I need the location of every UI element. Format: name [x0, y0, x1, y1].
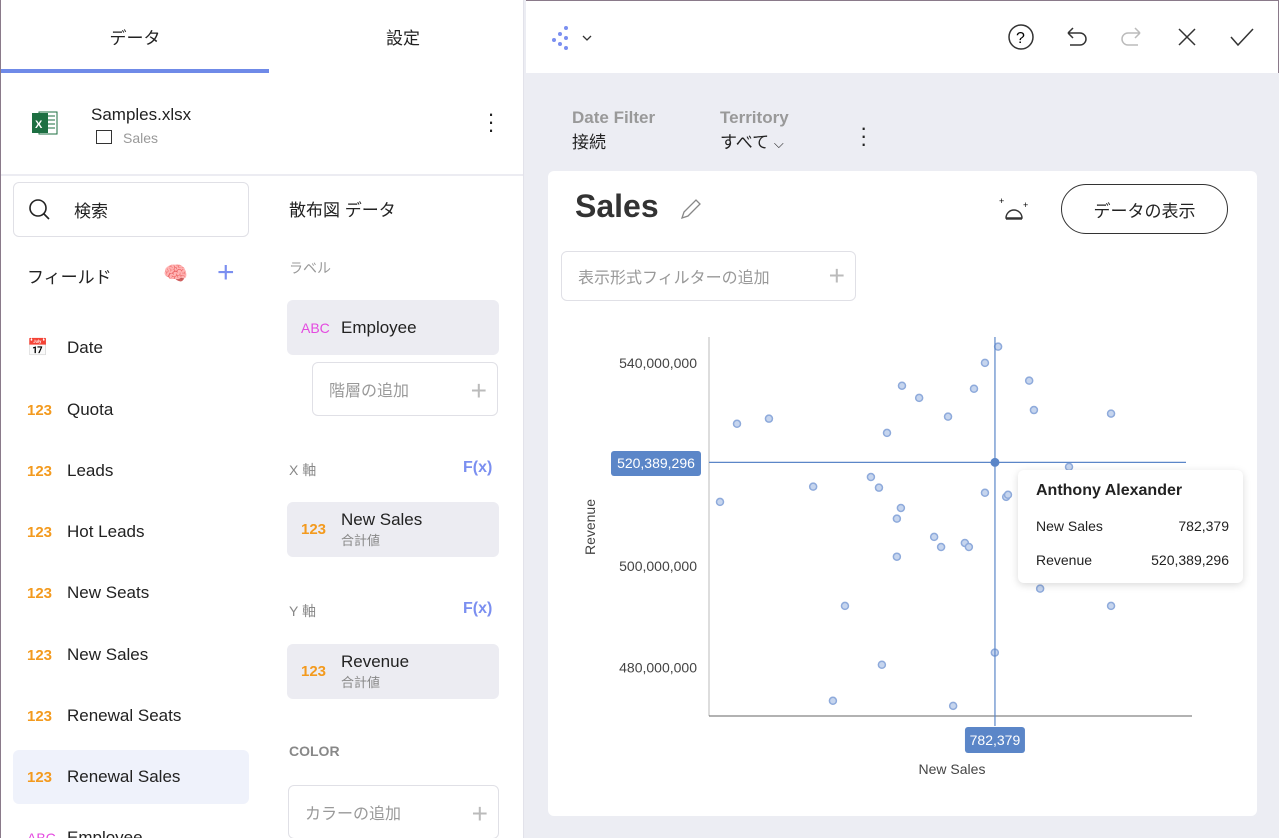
chart-tooltip: Anthony Alexander New Sales 782,379 Reven…: [1018, 470, 1243, 583]
selected-point: [990, 457, 1000, 467]
scatter-point: [874, 483, 884, 492]
scatter-point: [764, 414, 774, 423]
scatter-point: [929, 532, 939, 542]
scatter-point: [897, 381, 907, 390]
y-tick-label: 540,000,000: [619, 355, 697, 371]
y-tick-label: 480,000,000: [619, 659, 697, 675]
y-axis-title: Revenue: [582, 499, 598, 555]
scatter-point: [948, 701, 958, 711]
scatter-point: [1035, 584, 1045, 593]
scatter-point: [980, 358, 990, 368]
tooltip-key: New Sales: [1036, 518, 1103, 534]
tooltip-value: 520,389,296: [1151, 552, 1229, 568]
y-tick-label: 500,000,000: [619, 558, 697, 574]
scatter-point: [1024, 376, 1034, 385]
tooltip-key: Revenue: [1036, 552, 1093, 568]
scatter-point: [993, 342, 1003, 351]
tooltip-row: Revenue 520,389,296: [1036, 552, 1229, 568]
scatter-point: [1003, 490, 1013, 500]
scatter-point: [943, 412, 953, 421]
scatter-point: [892, 514, 902, 523]
scatter-point: [1029, 405, 1039, 415]
tooltip-row: New Sales 782,379: [1036, 518, 1229, 534]
scatter-point: [964, 542, 974, 552]
scatter-chart: 540,000,000 500,000,000 480,000,000 New Sal…: [582, 337, 1192, 777]
y-crosshair-value: 520,389,296: [617, 455, 695, 471]
scatter-point: [828, 696, 838, 706]
x-axis-title: New Sales: [919, 761, 986, 777]
scatter-point: [882, 428, 892, 438]
scatter-point: [732, 419, 742, 429]
scatter-point: [896, 503, 906, 513]
scatter-point: [936, 542, 946, 552]
scatter-point: [969, 384, 979, 394]
scatter-point: [892, 552, 902, 561]
scatter-point: [877, 660, 887, 670]
x-crosshair-value: 782,379: [970, 732, 1021, 748]
scatter-point: [840, 601, 850, 611]
tooltip-title: Anthony Alexander: [1036, 482, 1183, 499]
scatter-point: [980, 488, 990, 498]
scatter-point: [866, 472, 876, 482]
tooltip-value: 782,379: [1178, 518, 1229, 534]
scatter-point: [914, 393, 924, 403]
scatter-point: [808, 482, 818, 491]
scatter-point: [1106, 601, 1116, 611]
scatter-point: [1106, 409, 1116, 418]
scatter-point: [715, 497, 725, 507]
